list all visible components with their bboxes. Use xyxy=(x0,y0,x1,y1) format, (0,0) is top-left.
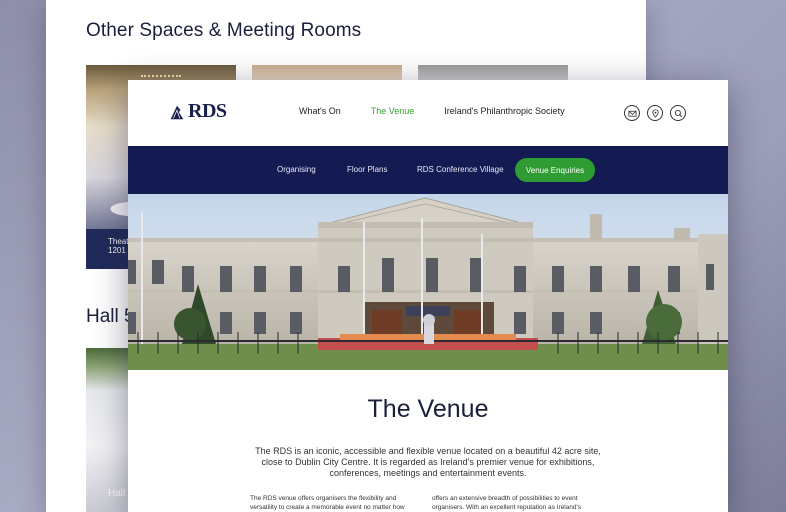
venue-enquiries-button[interactable]: Venue Enquiries xyxy=(515,158,595,182)
nav-item-the-venue[interactable]: The Venue xyxy=(371,106,415,116)
chandelier-decoration xyxy=(141,67,181,77)
nav-item-philanthropic-society[interactable]: Ireland's Philanthropic Society xyxy=(444,106,564,116)
body-column-right: offers an extensive breadth of possibili… xyxy=(432,495,582,511)
subnav-item-floor-plans[interactable]: Floor Plans xyxy=(347,165,387,174)
room-thumbnail-2[interactable] xyxy=(252,65,402,81)
hall-thumbnail-caption: Hall xyxy=(108,488,126,499)
nav-item-whats-on[interactable]: What's On xyxy=(299,106,341,116)
harp-logo-icon xyxy=(170,105,184,119)
search-icon[interactable] xyxy=(670,105,686,121)
venue-page-card: RDS What's On The Venue Ireland's Philan… xyxy=(128,80,728,512)
logo-text: RDS xyxy=(188,100,227,122)
location-icon[interactable] xyxy=(647,105,663,121)
top-navigation-bar: RDS What's On The Venue Ireland's Philan… xyxy=(128,80,728,146)
subnav-item-organising[interactable]: Organising xyxy=(277,165,316,174)
hero-image xyxy=(128,194,728,370)
body-column-left: The RDS venue offers organisers the flex… xyxy=(250,495,405,511)
page-title: The Venue xyxy=(367,395,489,423)
header-icons xyxy=(624,105,686,121)
venue-subnav: Organising Floor Plans RDS Conference Vi… xyxy=(128,146,728,194)
rds-building-photo xyxy=(128,194,728,370)
subnav-item-conference-village[interactable]: RDS Conference Village xyxy=(417,165,504,174)
room-thumbnail-3[interactable] xyxy=(418,65,568,81)
main-nav: What's On The Venue Ireland's Philanthro… xyxy=(299,106,565,116)
rds-logo[interactable]: RDS xyxy=(168,100,227,123)
thumbnail-caption: Theat 1201 xyxy=(108,237,129,255)
mail-icon[interactable] xyxy=(624,105,640,121)
intro-paragraph: The RDS is an iconic, accessible and fle… xyxy=(255,446,601,478)
section-title: Other Spaces & Meeting Rooms xyxy=(86,20,362,41)
